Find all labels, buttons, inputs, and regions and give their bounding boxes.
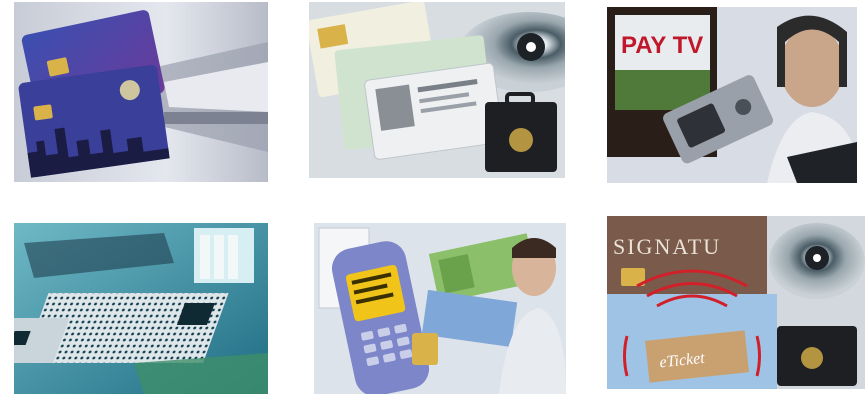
signature-text: SIGNATU: [613, 234, 721, 259]
transit-card-illustration: [14, 2, 268, 182]
rfid-logistics-illustration: [14, 223, 268, 394]
pay-tv-illustration: PAY TV: [607, 7, 857, 183]
briefcase-icon: [777, 326, 857, 386]
tile-mobile-payment: [314, 223, 566, 394]
pay-tv-sign: PAY TV: [621, 32, 703, 59]
tile-transit-card: [14, 2, 268, 182]
briefcase-icon: [485, 92, 557, 172]
tile-id-documents: [309, 2, 565, 178]
tile-rfid-logistics: [14, 223, 268, 394]
tile-pay-tv: PAY TV: [607, 7, 857, 183]
esignature-eticket-illustration: SIGNATU eTicket: [607, 216, 865, 389]
skyline-card: [18, 64, 170, 178]
tile-esignature-eticket: SIGNATU eTicket: [607, 216, 865, 389]
id-documents-illustration: [309, 2, 565, 178]
mobile-payment-illustration: [314, 223, 566, 394]
